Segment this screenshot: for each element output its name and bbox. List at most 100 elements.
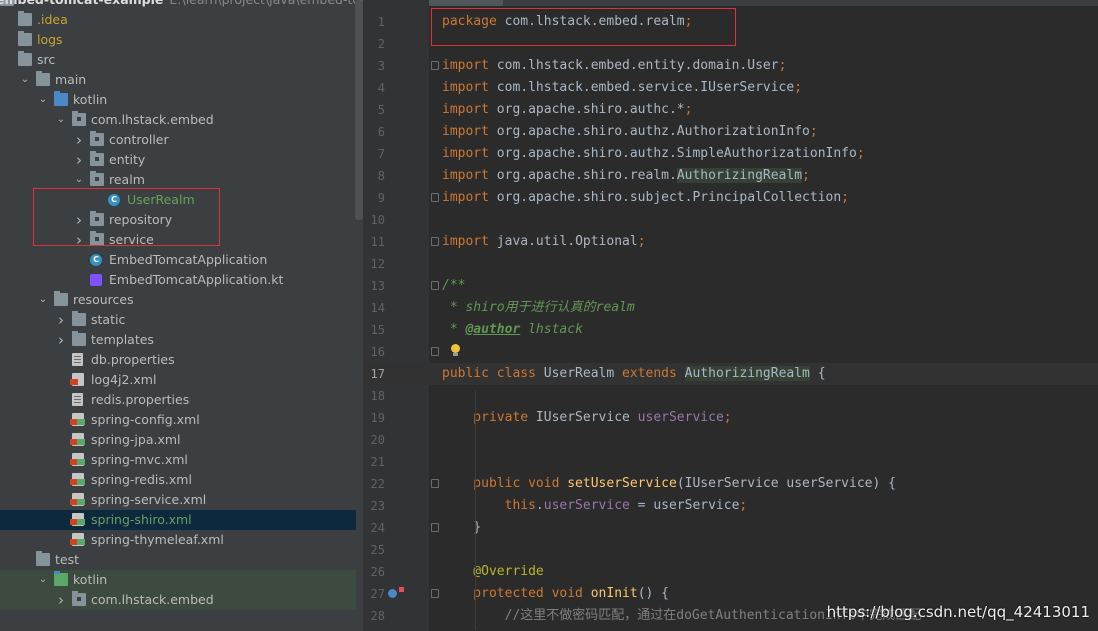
chevron-down-icon[interactable]: ⌄ [20,70,30,90]
project-scrollbar[interactable] [355,0,363,220]
tree-item[interactable]: ⌄ resources [0,290,356,310]
fold-marker-icon[interactable] [431,193,439,202]
tree-item[interactable]: › com.lhstack.embed [0,590,356,610]
code-token: (IUserService userService) { [676,476,896,491]
code-line[interactable]: 17 public class UserRealm extends Authori… [363,363,1098,385]
code-line[interactable]: 12 [363,253,1098,275]
code-line[interactable]: 13 /** [363,275,1098,297]
tree-item[interactable]: › static [0,310,356,330]
code-line[interactable]: 7 import org.apache.shiro.authz.SimpleAut… [363,143,1098,165]
tree-item-text: spring-thymeleaf.xml [91,532,224,547]
spring-xml-file-icon [70,493,85,506]
lightbulb-icon[interactable] [450,344,460,356]
code-line[interactable]: 16 [363,341,1098,363]
code-text: import org.apache.shiro.authz.SimpleAuth… [442,143,865,165]
fold-marker-icon[interactable] [431,61,439,70]
code-line[interactable]: 14 * shiro用于进行认真的realm [363,297,1098,319]
line-number: 14 [370,301,385,315]
code-token: . [535,498,544,513]
code-line[interactable]: 20 [363,429,1098,451]
code-line[interactable]: 15 * @author lhstack [363,319,1098,341]
tree-item[interactable]: log4j2.xml [0,370,356,390]
chevron-down-icon[interactable]: ⌄ [38,90,48,110]
code-line[interactable]: 26 @Override [363,561,1098,583]
tree-item[interactable]: redis.properties [0,390,356,410]
tree-item[interactable]: spring-shiro.xml [0,510,356,530]
tree-item[interactable]: › controller [0,130,356,150]
tree-item[interactable]: embed-tomcat-example E:\learn\project\jav… [0,0,363,10]
code-token: org.apache.shiro.authz.AuthorizationInfo [496,124,810,139]
chevron-right-icon[interactable]: › [74,150,84,170]
code-token: { [809,366,826,381]
code-token: java.util.Optional [496,234,638,249]
code-line[interactable]: 4 import com.lhstack.embed.service.IUserS… [363,77,1098,99]
code-line[interactable]: 23 this.userService = userService; [363,495,1098,517]
tree-item[interactable]: spring-thymeleaf.xml [0,530,356,550]
code-line[interactable]: 22 public void setUserService(IUserServi… [363,473,1098,495]
chevron-right-icon[interactable]: › [56,590,66,610]
tree-item[interactable]: spring-mvc.xml [0,450,356,470]
tree-item[interactable]: spring-service.xml [0,490,356,510]
tree-item[interactable]: ⌄ com.lhstack.embed [0,110,356,130]
fold-marker-icon[interactable] [431,589,439,598]
code-token: public void [442,476,568,491]
code-text: import java.util.Optional; [442,231,646,253]
tree-item-label: EmbedTomcatApplication.kt [109,270,283,290]
tree-item[interactable]: db.properties [0,350,356,370]
tree-item[interactable]: spring-jpa.xml [0,430,356,450]
code-line[interactable]: 19 private IUserService userService; [363,407,1098,429]
code-token: ; [637,234,646,249]
chevron-right-icon[interactable]: › [74,130,84,150]
code-line[interactable]: 11 import java.util.Optional; [363,231,1098,253]
code-line[interactable]: 6 import org.apache.shiro.authz.Authoriza… [363,121,1098,143]
tree-item[interactable]: logs [0,30,356,50]
code-line[interactable]: 18 [363,385,1098,407]
chevron-down-icon[interactable]: ⌄ [38,570,48,590]
spring-xml-file-icon [70,433,85,446]
line-number: 9 [377,191,385,205]
line-number: 10 [370,213,385,227]
tree-item[interactable]: ⌄ kotlin [0,570,356,590]
code-line[interactable]: 3 import com.lhstack.embed.entity.domain.… [363,55,1098,77]
tree-item[interactable]: ⌄ main [0,70,356,90]
chevron-down-icon[interactable]: ⌄ [74,170,84,190]
tree-item-label: kotlin [73,570,107,590]
tree-item[interactable]: test [0,550,356,570]
code-line[interactable]: 9 import org.apache.shiro.subject.Princip… [363,187,1098,209]
tree-item[interactable]: spring-redis.xml [0,470,356,490]
tree-item[interactable]: ⌄ kotlin [0,90,356,110]
override-marker-icon[interactable] [388,589,397,598]
code-line[interactable]: 27 protected void onInit() { [363,583,1098,605]
code-line[interactable]: 25 [363,539,1098,561]
tab-spring-shiro-xml[interactable] [511,0,631,6]
tree-item[interactable]: spring-config.xml [0,410,356,430]
tree-item[interactable]: EmbedTomcatApplication.kt [0,270,356,290]
tree-item-text: test [55,552,80,567]
tree-item[interactable]: › templates [0,330,356,350]
fold-marker-icon[interactable] [431,523,439,532]
chevron-down-icon[interactable]: ⌄ [56,110,66,130]
fold-marker-icon[interactable] [431,237,439,246]
tree-item-text: realm [109,172,145,187]
fold-marker-icon[interactable] [431,347,439,356]
fold-marker-icon[interactable] [431,479,439,488]
code-editor[interactable]: 1 package com.lhstack.embed.realm; 2 3 impor… [363,0,1098,631]
code-text: import org.apache.shiro.authz.Authorizat… [442,121,818,143]
tree-item[interactable]: src [0,50,356,70]
code-token: import [442,102,497,117]
tree-item-text: spring-config.xml [91,412,200,427]
code-line[interactable]: 21 [363,451,1098,473]
chevron-right-icon[interactable]: › [56,310,66,330]
chevron-down-icon[interactable]: ⌄ [38,290,48,310]
code-text: import org.apache.shiro.subject.Principa… [442,187,849,209]
fold-marker-icon[interactable] [431,281,439,290]
code-line[interactable]: 5 import org.apache.shiro.authc.*; [363,99,1098,121]
code-line[interactable]: 10 [363,209,1098,231]
code-line[interactable]: 8 import org.apache.shiro.realm.Authorizi… [363,165,1098,187]
tree-item[interactable]: C EmbedTomcatApplication [0,250,356,270]
tree-item[interactable]: ⌄ realm [0,170,356,190]
tree-item[interactable]: .idea [0,10,356,30]
code-line[interactable]: 24 } [363,517,1098,539]
tree-item[interactable]: › entity [0,150,356,170]
chevron-right-icon[interactable]: › [56,330,66,350]
